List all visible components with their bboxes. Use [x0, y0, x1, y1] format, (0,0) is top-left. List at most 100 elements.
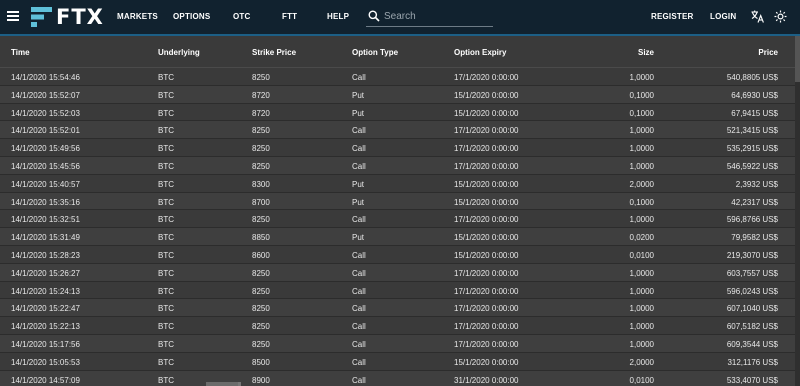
cell-option-expiry: 17/1/2020 0:00:00: [454, 322, 519, 332]
cell-underlying: BTC: [158, 162, 174, 171]
cell-strike-price: 8720: [252, 90, 270, 100]
cell-option-type: Call: [352, 304, 366, 314]
ftx-logo[interactable]: FTX: [31, 5, 104, 29]
cell-option-expiry: 17/1/2020 0:00:00: [454, 268, 519, 278]
cell-size: 0,1000: [629, 197, 654, 207]
table-row[interactable]: 14/1/2020 15:05:53 BTC 8500 Call 15/1/2020 0…: [0, 353, 795, 371]
table-row[interactable]: 14/1/2020 15:28:23 BTC 8600 Call 15/1/2020 0…: [0, 246, 795, 264]
table-row[interactable]: 14/1/2020 15:17:56 BTC 8250 Call 17/1/2020 0…: [0, 335, 795, 353]
cell-strike-price: 8300: [252, 179, 270, 189]
cell-option-expiry: 15/1/2020 0:00:00: [454, 179, 519, 189]
search-input[interactable]: [384, 8, 489, 24]
cell-size: 1,0000: [629, 126, 654, 136]
cell-size: 1,0000: [629, 286, 654, 296]
cell-time: 14/1/2020 15:54:46: [11, 73, 80, 82]
top-navigation-bar: FTX MARKETS OPTIONS OTC FTT HELP REGISTE…: [0, 0, 800, 34]
table-row[interactable]: 14/1/2020 15:26:27 BTC 8250 Call 17/1/2020 0…: [0, 263, 795, 282]
nav-otc[interactable]: OTC: [233, 12, 251, 21]
cell-option-type: Call: [352, 215, 366, 225]
cell-strike-price: 8850: [252, 233, 270, 243]
cell-time: 14/1/2020 15:52:01: [11, 126, 80, 136]
nav-options[interactable]: OPTIONS: [173, 12, 210, 21]
search-icon[interactable]: [368, 10, 380, 22]
table-row[interactable]: 14/1/2020 15:45:56 BTC 8250 Call 17/1/2020 0…: [0, 157, 795, 175]
cell-option-type: Put: [352, 233, 365, 243]
cell-option-type: Call: [352, 162, 366, 171]
table-row[interactable]: 14/1/2020 15:31:49 BTC 8850 Put 15/1/2020 0:…: [0, 228, 795, 246]
table-row[interactable]: 14/1/2020 15:40:57 BTC 8300 Put 15/1/2020 0:…: [0, 175, 795, 193]
cell-size: 0,0100: [629, 251, 654, 260]
cell-option-type: Put: [352, 179, 365, 189]
cell-size: 0,0200: [629, 233, 654, 243]
table-row[interactable]: 14/1/2020 15:52:07 BTC 8720 Put 15/1/2020 0:…: [0, 85, 795, 104]
nav-markets[interactable]: MARKETS: [117, 12, 158, 21]
table-row[interactable]: 14/1/2020 15:22:13 BTC 8250 Call 17/1/2020 0…: [0, 317, 795, 335]
cell-size: 2,0000: [629, 179, 654, 189]
cell-underlying: BTC: [158, 73, 174, 82]
cell-strike-price: 8250: [252, 162, 270, 171]
nav-ftt[interactable]: FTT: [282, 12, 297, 21]
cell-option-expiry: 17/1/2020 0:00:00: [454, 73, 519, 82]
cell-underlying: BTC: [158, 251, 174, 260]
cell-strike-price: 8250: [252, 304, 270, 314]
cell-underlying: BTC: [158, 322, 174, 332]
menu-icon[interactable]: [7, 11, 19, 21]
cell-price: 546,5922 US$: [726, 162, 778, 171]
cell-strike-price: 8250: [252, 286, 270, 296]
cell-option-type: Call: [352, 357, 366, 367]
column-header-time[interactable]: Time: [11, 48, 30, 57]
table-row[interactable]: 14/1/2020 15:24:13 BTC 8250 Call 17/1/2020 0…: [0, 282, 795, 300]
cell-option-expiry: 15/1/2020 0:00:00: [454, 357, 519, 367]
brightness-icon[interactable]: [774, 10, 787, 23]
cell-option-expiry: 17/1/2020 0:00:00: [454, 162, 519, 171]
table-row[interactable]: 14/1/2020 15:52:03 BTC 8720 Put 15/1/2020 0:…: [0, 104, 795, 122]
table-row[interactable]: 14/1/2020 15:32:51 BTC 8250 Call 17/1/2020 0…: [0, 210, 795, 229]
login-link[interactable]: LOGIN: [710, 12, 736, 21]
search-box[interactable]: [366, 6, 493, 27]
cell-option-expiry: 15/1/2020 0:00:00: [454, 197, 519, 207]
cell-option-type: Call: [352, 268, 366, 278]
cell-strike-price: 8720: [252, 108, 270, 118]
cell-price: 607,1040 US$: [726, 304, 778, 314]
cell-time: 14/1/2020 15:45:56: [11, 162, 80, 171]
table-row[interactable]: 14/1/2020 15:49:56 BTC 8250 Call 17/1/2020 0…: [0, 139, 795, 157]
vertical-scrollbar[interactable]: [795, 36, 800, 386]
cell-price: 609,3544 US$: [726, 340, 778, 349]
cell-option-type: Call: [352, 286, 366, 296]
table-row[interactable]: 14/1/2020 15:52:01 BTC 8250 Call 17/1/2020 0…: [0, 121, 795, 140]
cell-price: 67,9415 US$: [731, 108, 778, 118]
column-header-option-type[interactable]: Option Type: [352, 48, 398, 57]
column-header-size[interactable]: Size: [638, 48, 654, 57]
column-header-price[interactable]: Price: [758, 48, 778, 57]
nav-help[interactable]: HELP: [327, 12, 349, 21]
cell-underlying: BTC: [158, 286, 174, 296]
column-header-underlying[interactable]: Underlying: [158, 48, 200, 57]
cell-underlying: BTC: [158, 357, 174, 367]
table-row[interactable]: 14/1/2020 15:22:47 BTC 8250 Call 17/1/2020 0…: [0, 299, 795, 318]
cell-option-type: Put: [352, 108, 365, 118]
horizontal-scrollbar-thumb[interactable]: [206, 382, 238, 386]
horizontal-scrollbar-arrow[interactable]: [238, 382, 241, 386]
table-row[interactable]: 14/1/2020 14:57:09 BTC 8900 Call 31/1/2020 0…: [0, 370, 795, 386]
cell-time: 14/1/2020 15:26:27: [11, 268, 80, 278]
cell-option-expiry: 17/1/2020 0:00:00: [454, 126, 519, 136]
cell-underlying: BTC: [158, 304, 174, 314]
cell-underlying: BTC: [158, 144, 174, 154]
register-link[interactable]: REGISTER: [651, 12, 694, 21]
cell-strike-price: 8700: [252, 197, 270, 207]
cell-size: 1,0000: [629, 322, 654, 332]
column-header-option-expiry[interactable]: Option Expiry: [454, 48, 506, 57]
cell-time: 14/1/2020 15:52:07: [11, 90, 80, 100]
logo-text: FTX: [56, 5, 104, 29]
table-row[interactable]: 14/1/2020 15:54:46 BTC 8250 Call 17/1/2020 0…: [0, 68, 795, 86]
cell-time: 14/1/2020 15:40:57: [11, 179, 80, 189]
table-row[interactable]: 14/1/2020 15:35:16 BTC 8700 Put 15/1/2020 0:…: [0, 192, 795, 211]
vertical-scrollbar-thumb[interactable]: [795, 36, 800, 82]
translate-icon[interactable]: [751, 10, 764, 23]
cell-underlying: BTC: [158, 108, 174, 118]
cell-price: 535,2915 US$: [726, 144, 778, 154]
cell-option-expiry: 15/1/2020 0:00:00: [454, 108, 519, 118]
cell-time: 14/1/2020 15:49:56: [11, 144, 80, 154]
cell-strike-price: 8250: [252, 73, 270, 82]
column-header-strike-price[interactable]: Strike Price: [252, 48, 296, 57]
